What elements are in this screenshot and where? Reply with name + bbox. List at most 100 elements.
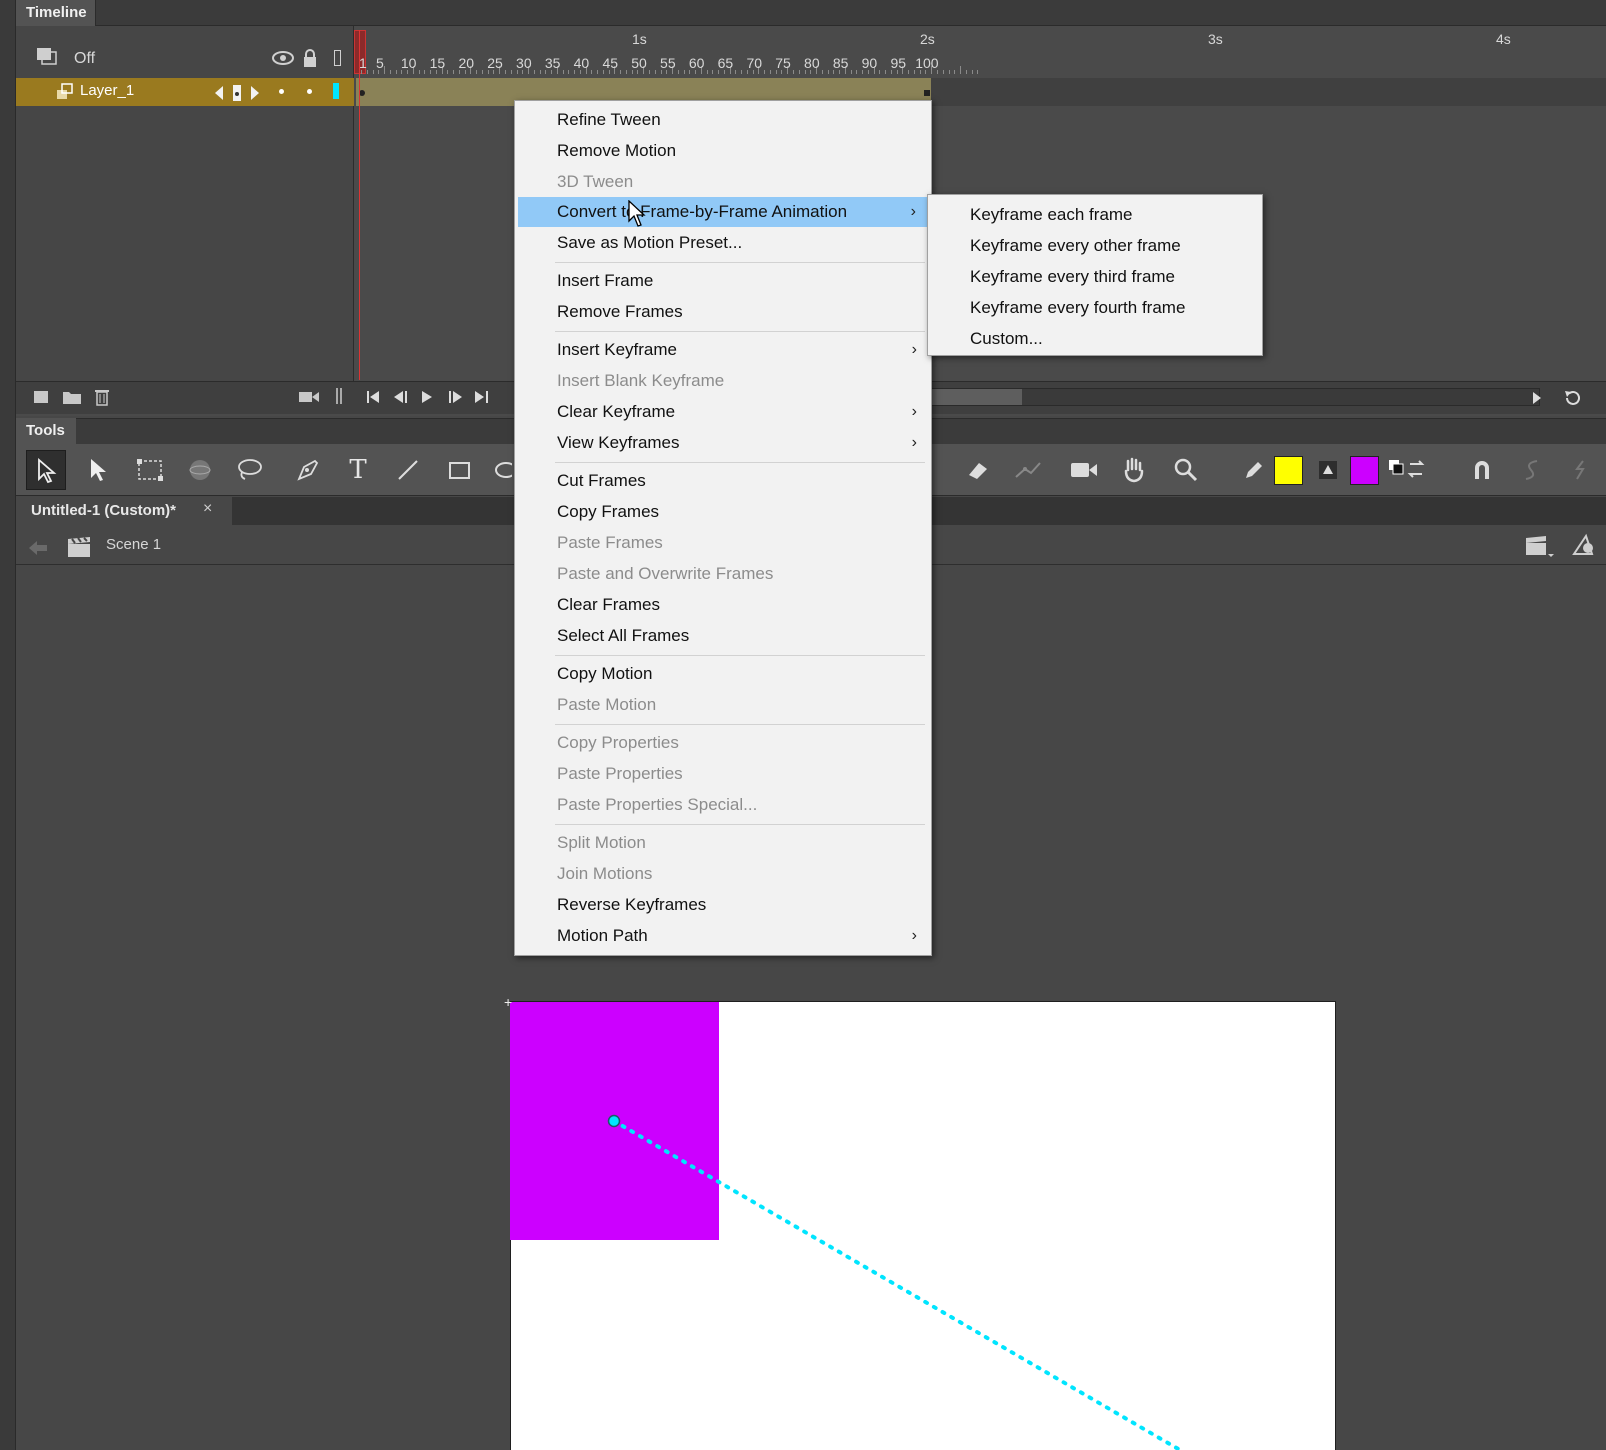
- menu-separator: [555, 724, 925, 725]
- ruler-tick: [447, 70, 449, 74]
- menu-item-label: Paste Properties: [557, 764, 683, 783]
- menu-item-label: Copy Motion: [557, 664, 653, 683]
- ruler-tick: [424, 70, 426, 74]
- ruler-frame-number: 90: [861, 55, 878, 71]
- menu-item-cut-frames[interactable]: Cut Frames: [515, 466, 929, 496]
- ruler-tick: [453, 70, 455, 74]
- menu-item-copy-frames[interactable]: Copy Frames: [515, 497, 929, 527]
- submenu-item-keyframe-fourth[interactable]: Keyframe every fourth frame: [928, 292, 1262, 323]
- ruler-tick: [977, 70, 979, 74]
- submenu-arrow-icon: ›: [911, 341, 917, 358]
- ruler-frame-number: 45: [602, 55, 619, 71]
- menu-item-label: Save as Motion Preset...: [557, 233, 743, 252]
- menu-item-split-motion: Split Motion: [515, 828, 929, 858]
- menu-item-copy-properties: Copy Properties: [515, 728, 929, 758]
- submenu-arrow-icon: ›: [911, 403, 917, 420]
- menu-item-label: Motion Path: [557, 926, 648, 945]
- menu-item-label: Cut Frames: [557, 471, 646, 490]
- menu-item-label: Remove Motion: [557, 141, 677, 160]
- submenu-item-label: Keyframe every other frame: [970, 236, 1181, 255]
- menu-item-label: Split Motion: [557, 833, 646, 852]
- menu-separator: [555, 262, 925, 263]
- menu-item-join-motions: Join Motions: [515, 859, 929, 889]
- menu-item-label: Join Motions: [557, 864, 653, 883]
- ruler-tick: [735, 70, 737, 74]
- menu-item-insert-frame[interactable]: Insert Frame: [515, 266, 929, 296]
- menu-item-label: Refine Tween: [557, 110, 661, 129]
- menu-item-convert-frame-by-frame[interactable]: Convert to Frame-by-Frame Animation ›: [518, 197, 928, 227]
- ruler-tick: [389, 70, 391, 74]
- menu-item-label: Remove Frames: [557, 302, 683, 321]
- menu-item-label: Insert Keyframe: [557, 340, 677, 359]
- submenu-item-label: Keyframe each frame: [970, 205, 1133, 224]
- menu-item-insert-keyframe[interactable]: Insert Keyframe ›: [515, 335, 929, 365]
- menu-item-insert-blank-keyframe: Insert Blank Keyframe: [515, 366, 929, 396]
- ruler-tick: [395, 70, 397, 74]
- menu-item-label: Paste and Overwrite Frames: [557, 564, 774, 583]
- ruler-frame-number: 35: [544, 55, 561, 71]
- menu-item-motion-path[interactable]: Motion Path ›: [515, 921, 929, 951]
- ruler-tick: [798, 70, 800, 74]
- menu-item-label: Paste Motion: [557, 695, 657, 714]
- ruler-frame-number: 10: [400, 55, 417, 71]
- menu-item-label: Paste Frames: [557, 533, 663, 552]
- submenu-item-custom[interactable]: Custom...: [928, 323, 1262, 354]
- menu-item-clear-frames[interactable]: Clear Frames: [515, 590, 929, 620]
- ruler-tick: [510, 70, 512, 74]
- ruler-frame-number: 95: [890, 55, 907, 71]
- ruler-tick: [591, 70, 593, 74]
- ruler-frame-number: 30: [516, 55, 532, 71]
- ruler-tick: [741, 70, 743, 74]
- menu-separator: [555, 331, 925, 332]
- menu-item-copy-motion[interactable]: Copy Motion: [515, 659, 929, 689]
- ruler-tick: [620, 70, 622, 74]
- menu-item-label: Select All Frames: [557, 626, 690, 645]
- transform-point[interactable]: [607, 1114, 621, 1128]
- menu-item-paste-motion: Paste Motion: [515, 690, 929, 720]
- ruler-frame-number: 1: [359, 55, 367, 71]
- menu-item-reverse-keyframes[interactable]: Reverse Keyframes: [515, 890, 929, 920]
- menu-item-label: Paste Properties Special...: [557, 795, 758, 814]
- menu-item-remove-frames[interactable]: Remove Frames: [515, 297, 929, 327]
- ruler-frame-number: 15: [429, 55, 446, 71]
- menu-item-label: Insert Frame: [557, 271, 654, 290]
- menu-item-remove-motion[interactable]: Remove Motion: [515, 136, 929, 166]
- submenu-item-keyframe-each[interactable]: Keyframe each frame: [928, 199, 1262, 230]
- ruler-frame-number: 85: [832, 55, 849, 71]
- menu-item-select-all-frames[interactable]: Select All Frames: [515, 621, 929, 651]
- menu-item-label: View Keyframes: [557, 433, 680, 452]
- menu-item-label: Clear Frames: [557, 595, 660, 614]
- menu-item-refine-tween[interactable]: Refine Tween: [515, 105, 929, 135]
- menu-item-label: 3D Tween: [557, 172, 634, 191]
- menu-item-paste-frames: Paste Frames: [515, 528, 929, 558]
- ruler-frame-number: 25: [487, 55, 503, 71]
- ruler-frame-number: 40: [573, 55, 590, 71]
- ruler-tick: [885, 70, 887, 74]
- menu-item-clear-keyframe[interactable]: Clear Keyframe ›: [515, 397, 929, 427]
- ruler-tick: [879, 70, 881, 74]
- ruler-tick: [942, 70, 944, 74]
- menu-item-label: Copy Properties: [557, 733, 679, 752]
- submenu-arrow-icon: ›: [911, 927, 917, 944]
- submenu-item-keyframe-third[interactable]: Keyframe every third frame: [928, 261, 1262, 292]
- ruler-tick: [712, 70, 714, 74]
- ruler-tick: [533, 70, 535, 74]
- ruler-tick: [476, 70, 478, 74]
- menu-item-paste-properties-special: Paste Properties Special...: [515, 790, 929, 820]
- ruler-frame-number: 70: [746, 55, 763, 71]
- frame-context-menu: Refine Tween Remove Motion 3D Tween Conv…: [514, 100, 932, 956]
- submenu-item-label: Keyframe every third frame: [970, 267, 1176, 286]
- menu-item-label: Reverse Keyframes: [557, 895, 707, 914]
- submenu-item-keyframe-other[interactable]: Keyframe every other frame: [928, 230, 1262, 261]
- ruler-tick: [372, 70, 374, 74]
- menu-separator: [555, 462, 925, 463]
- convert-submenu: Keyframe each frame Keyframe every other…: [927, 194, 1263, 356]
- ruler-tick: [965, 70, 967, 74]
- menu-item-view-keyframes[interactable]: View Keyframes ›: [515, 428, 929, 458]
- ruler-tick: [793, 70, 794, 74]
- menu-separator: [555, 655, 925, 656]
- menu-item-save-motion-preset[interactable]: Save as Motion Preset...: [515, 228, 929, 258]
- ruler-tick: [481, 70, 483, 74]
- ruler-tick: [960, 66, 962, 74]
- menu-item-3d-tween: 3D Tween: [515, 167, 929, 197]
